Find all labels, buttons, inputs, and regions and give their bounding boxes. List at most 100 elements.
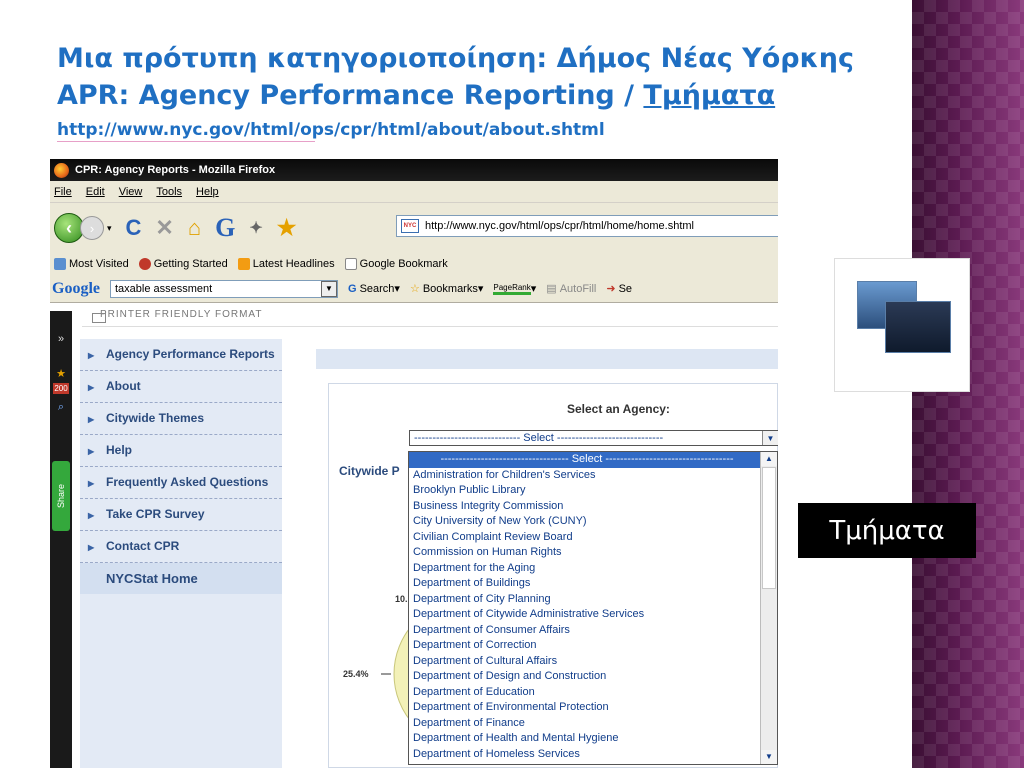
google-search-value: taxable assessment	[115, 282, 213, 295]
stop-icon[interactable]: ✕	[155, 215, 173, 241]
reload-icon[interactable]: C	[126, 215, 142, 241]
slide-url-link[interactable]: http://www.nyc.gov/html/ops/cpr/html/abo…	[57, 120, 605, 140]
dropdown-option[interactable]: Administration for Children's Services	[409, 468, 761, 484]
dropdown-option[interactable]: City University of New York (CUNY)	[409, 514, 761, 530]
dropdown-option[interactable]: Department of Design and Construction	[409, 669, 761, 685]
nav-nycstat-home[interactable]: NYCStat Home	[80, 563, 282, 594]
send-icon: ➜	[606, 283, 616, 295]
menu-help[interactable]: Help	[196, 186, 219, 198]
dropdown-option[interactable]: Brooklyn Public Library	[409, 483, 761, 499]
send-button[interactable]: ➜ Se	[606, 282, 633, 296]
scroll-thumb[interactable]	[762, 467, 776, 589]
agency-select[interactable]: ----------------------------- Select ---…	[409, 430, 778, 446]
windows-thumbnail-image	[834, 258, 970, 392]
departments-label: Τμήματα	[829, 515, 945, 546]
bookmark-most-visited[interactable]: Most Visited	[54, 258, 129, 270]
history-dropdown-icon[interactable]: ▾	[107, 223, 112, 234]
menu-file[interactable]: File	[54, 186, 72, 198]
url-underline	[57, 141, 315, 142]
window-titlebar: CPR: Agency Reports - Mozilla Firefox	[50, 159, 778, 181]
printer-friendly-link[interactable]: PRINTER FRIENDLY FORMAT	[82, 309, 778, 327]
dropdown-option[interactable]: Department of Cultural Affairs	[409, 654, 761, 670]
slide-title: Μια πρότυπη κατηγοριοποίηση: Δήμος Νέας …	[57, 40, 907, 114]
title-link-departments[interactable]: Τμήματα	[643, 80, 775, 111]
bookmarks-toolbar: Most Visited Getting Started Latest Head…	[50, 253, 778, 275]
bookmark-google[interactable]: Google Bookmark	[344, 258, 448, 270]
star-badge-icon[interactable]: ★	[53, 367, 69, 383]
dropdown-option[interactable]: Department of Consumer Affairs	[409, 623, 761, 639]
autofill-label: AutoFill	[559, 282, 597, 295]
dropdown-option[interactable]: Department of Buildings	[409, 576, 761, 592]
browser-screenshot: CPR: Agency Reports - Mozilla Firefox Fi…	[50, 159, 778, 768]
agency-dropdown-list[interactable]: ----------------------------------- Sele…	[408, 451, 778, 765]
bookmark-getting-started[interactable]: Getting Started	[138, 258, 228, 270]
menu-tools[interactable]: Tools	[156, 186, 182, 198]
rss-icon	[237, 258, 250, 270]
forward-button[interactable]: ›	[80, 216, 104, 240]
chevron-down-icon[interactable]: ▼	[321, 280, 337, 297]
nav-about[interactable]: About	[80, 371, 282, 403]
dropdown-option[interactable]: Department of Education	[409, 685, 761, 701]
google-g-icon[interactable]: G	[215, 213, 235, 243]
pagerank-indicator[interactable]: PageRank ▾	[493, 282, 536, 295]
nav-contact-cpr[interactable]: Contact CPR	[80, 531, 282, 563]
google-g-small-icon: G	[348, 282, 357, 295]
bookmarks-button[interactable]: ☆ Bookmarks ▾	[409, 282, 483, 296]
menu-view[interactable]: View	[119, 186, 143, 198]
dropdown-option[interactable]: Civilian Complaint Review Board	[409, 530, 761, 546]
pie-label-upper: 10.	[395, 594, 408, 604]
bookmark-latest-headlines[interactable]: Latest Headlines	[237, 258, 335, 270]
search-icon[interactable]: ⌕	[53, 401, 69, 417]
nav-citywide-themes[interactable]: Citywide Themes	[80, 403, 282, 435]
dropdown-option[interactable]: Department of Correction	[409, 638, 761, 654]
select-agency-label: Select an Agency:	[567, 402, 670, 416]
bookmark-label: Getting Started	[153, 258, 228, 270]
dropdown-scrollbar[interactable]: ▲ ▼	[760, 452, 777, 764]
dropdown-option[interactable]: Department of Finance	[409, 716, 761, 732]
navigation-toolbar: ‹ › ▾ C ✕ ⌂ G ✦ ★ NYC http://www.nyc.gov…	[50, 203, 778, 253]
sidebar-toolbar: » ★ 200 ⌕ Share	[50, 311, 72, 768]
dropdown-option[interactable]: Department of Citywide Administrative Se…	[409, 607, 761, 623]
extension-icon[interactable]: ✦	[249, 218, 262, 238]
address-bar[interactable]: NYC http://www.nyc.gov/html/ops/cpr/html…	[396, 215, 778, 237]
bookmarks-label: Bookmarks	[422, 282, 478, 295]
autofill-button[interactable]: ▤ AutoFill	[546, 282, 597, 296]
dropdown-option-select[interactable]: ----------------------------------- Sele…	[409, 452, 761, 468]
window-title: CPR: Agency Reports - Mozilla Firefox	[75, 164, 276, 176]
dropdown-option[interactable]: Department of Homeless Services	[409, 747, 761, 763]
citywide-heading: Citywide P	[339, 464, 400, 478]
nav-agency-performance-reports[interactable]: Agency Performance Reports	[80, 339, 282, 371]
getting-started-icon	[138, 258, 151, 270]
share-tab[interactable]: Share	[52, 461, 70, 531]
scroll-down-icon[interactable]: ▼	[761, 750, 777, 764]
google-search-button[interactable]: G Search ▾	[348, 282, 400, 296]
dropdown-option[interactable]: Business Integrity Commission	[409, 499, 761, 515]
nav-help[interactable]: Help	[80, 435, 282, 467]
favorites-star-icon[interactable]: ★	[277, 215, 297, 241]
side-navigation: Agency Performance Reports About Citywid…	[80, 339, 282, 768]
header-band	[316, 349, 778, 369]
scroll-up-icon[interactable]: ▲	[761, 452, 777, 466]
autofill-icon: ▤	[546, 283, 557, 295]
most-visited-icon	[54, 258, 66, 270]
dropdown-option[interactable]: Department of Health and Mental Hygiene	[409, 731, 761, 747]
nav-faq[interactable]: Frequently Asked Questions	[80, 467, 282, 499]
site-favicon-icon: NYC	[401, 219, 419, 233]
dropdown-option[interactable]: Department of City Planning	[409, 592, 761, 608]
chevron-down-icon[interactable]: ▼	[762, 431, 778, 445]
menu-edit[interactable]: Edit	[86, 186, 105, 198]
title-line-2: APR: Agency Performance Reporting / Τμήμ…	[57, 77, 907, 114]
star-icon: ☆	[409, 283, 420, 295]
dropdown-option[interactable]: Department of Environmental Protection	[409, 700, 761, 716]
address-url: http://www.nyc.gov/html/ops/cpr/html/hom…	[425, 220, 694, 232]
send-label: Se	[618, 282, 633, 295]
expand-icon[interactable]: »	[53, 333, 69, 349]
home-icon[interactable]: ⌂	[188, 215, 201, 241]
dropdown-option[interactable]: Commission on Human Rights	[409, 545, 761, 561]
dropdown-option[interactable]: Department for the Aging	[409, 561, 761, 577]
agency-select-value: ----------------------------- Select ---…	[414, 432, 664, 444]
nav-take-cpr-survey[interactable]: Take CPR Survey	[80, 499, 282, 531]
departments-label-box: Τμήματα	[798, 503, 976, 558]
google-search-input[interactable]: taxable assessment ▼	[110, 279, 338, 298]
title-line-1: Μια πρότυπη κατηγοριοποίηση: Δήμος Νέας …	[57, 43, 854, 74]
